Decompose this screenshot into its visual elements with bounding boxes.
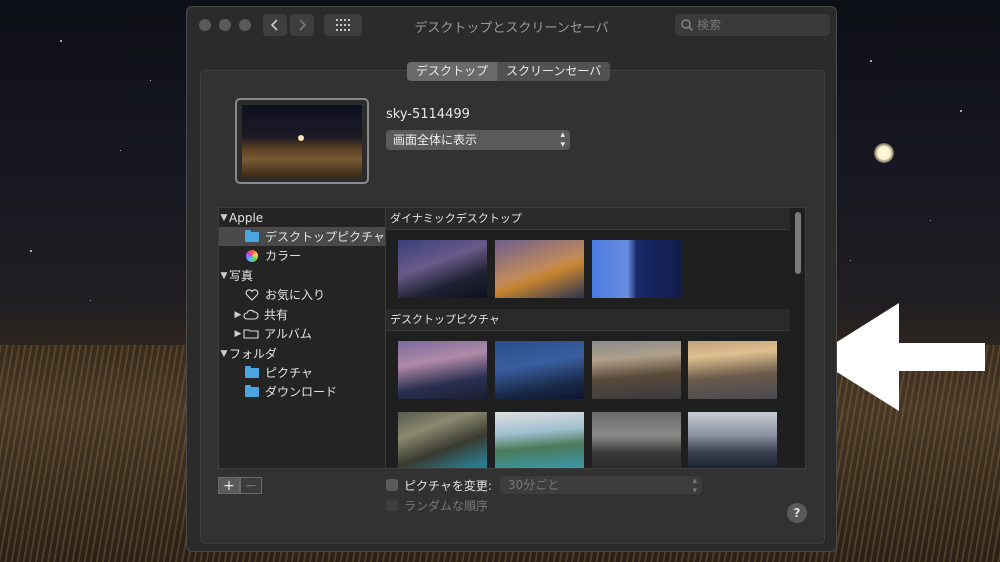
help-button[interactable]: ? (787, 503, 807, 523)
preview-image (242, 105, 362, 177)
sidebar-item-favorites[interactable]: お気に入り (219, 285, 385, 304)
updown-chevron-icon: ▴ ▾ (560, 130, 565, 150)
tab-desktop[interactable]: デスクトップ (407, 62, 498, 81)
sidebar-item-pictures[interactable]: ピクチャ (219, 363, 385, 382)
sidebar-item-label: 共有 (264, 308, 289, 322)
section-header-desktop-pictures: デスクトップピクチャ (386, 309, 790, 331)
remove-folder-button[interactable]: − (240, 477, 262, 494)
source-list: ▼ Apple デスクトップピクチャ カラー ▼ 写真 お気に入り ▶ 共有 ▶… (218, 207, 386, 469)
sidebar-item-shared[interactable]: ▶ 共有 (219, 305, 385, 324)
wallpaper-thumbnail[interactable] (495, 412, 584, 468)
change-picture-checkbox[interactable] (386, 479, 398, 491)
sidebar-item-label: ピクチャ (265, 366, 313, 380)
disclosure-down-icon[interactable]: ▼ (219, 213, 229, 223)
sidebar-item-label: お気に入り (265, 288, 326, 302)
wallpaper-thumbnail[interactable] (495, 240, 584, 298)
heart-icon (245, 288, 259, 301)
sidebar-item-colors[interactable]: カラー (219, 246, 385, 265)
wallpaper-thumbnail[interactable] (398, 240, 487, 298)
color-wheel-icon (246, 249, 258, 262)
section-header-dynamic: ダイナミックデスクトップ (386, 208, 790, 230)
add-folder-button[interactable]: + (218, 477, 240, 494)
group-label: Apple (229, 210, 264, 225)
sidebar-item-desktop-pictures[interactable]: デスクトップピクチャ (219, 227, 385, 246)
search-icon (681, 19, 693, 31)
disclosure-right-icon[interactable]: ▶ (233, 329, 243, 339)
add-remove-buttons: + − (218, 477, 262, 494)
disclosure-down-icon[interactable]: ▼ (219, 349, 229, 359)
wallpaper-thumbnail[interactable] (688, 412, 777, 468)
wallpaper-thumbnail[interactable] (592, 341, 681, 399)
search-field[interactable] (675, 14, 830, 36)
disclosure-down-icon[interactable]: ▼ (219, 271, 229, 281)
folder-icon (245, 229, 259, 242)
interval-popup[interactable]: 30分ごと ▴ ▾ (500, 476, 702, 496)
moon (874, 143, 894, 163)
display-mode-value: 画面全体に表示 (393, 133, 478, 147)
sidebar-group-photos[interactable]: ▼ 写真 (219, 266, 385, 285)
arrow-left-icon (813, 303, 985, 411)
sidebar-item-label: デスクトップピクチャ (265, 230, 385, 244)
preview-moon (298, 135, 304, 141)
wallpaper-grid: ダイナミックデスクトップ デスクトップピクチャ (386, 207, 806, 469)
folder-icon (245, 384, 259, 397)
sidebar-item-label: カラー (265, 249, 302, 263)
wallpaper-thumbnail[interactable] (688, 341, 777, 399)
wallpaper-thumbnail[interactable] (398, 341, 487, 399)
search-input[interactable] (693, 18, 817, 32)
sidebar-item-label: アルバム (264, 327, 312, 341)
sidebar-item-albums[interactable]: ▶ アルバム (219, 324, 385, 343)
wallpaper-thumbnail[interactable] (592, 412, 681, 468)
title-bar: デスクトップとスクリーンセーバ (187, 7, 836, 43)
sidebar-item-downloads[interactable]: ダウンロード (219, 382, 385, 401)
sidebar-group-folders[interactable]: ▼ フォルダ (219, 344, 385, 363)
tab-screensaver[interactable]: スクリーンセーバ (497, 62, 611, 81)
interval-value: 30分ごと (508, 478, 560, 492)
folder-icon (245, 365, 259, 378)
disclosure-right-icon[interactable]: ▶ (233, 310, 243, 320)
wallpaper-thumbnail[interactable] (592, 240, 681, 298)
wallpaper-thumbnail[interactable] (398, 412, 487, 468)
cloud-icon (243, 309, 259, 320)
sidebar-group-apple[interactable]: ▼ Apple (219, 208, 385, 227)
sidebar-item-label: ダウンロード (265, 385, 338, 399)
random-order-checkbox[interactable] (386, 499, 398, 511)
tab-bar: デスクトップ スクリーンセーバ (407, 62, 611, 81)
updown-chevron-icon: ▴ ▾ (692, 476, 697, 496)
wallpaper-preview (235, 98, 369, 184)
change-picture-label: ピクチャを変更: (404, 479, 492, 493)
wallpaper-thumbnail[interactable] (495, 341, 584, 399)
album-folder-icon (243, 329, 259, 339)
random-order-label: ランダムな順序 (404, 499, 489, 513)
wallpaper-name: sky-5114499 (386, 107, 470, 122)
group-label: 写真 (229, 269, 254, 283)
display-mode-popup[interactable]: 画面全体に表示 ▴ ▾ (386, 130, 570, 150)
preferences-window: デスクトップとスクリーンセーバ デスクトップ スクリーンセーバ sky-5114… (186, 6, 837, 552)
scrollbar-thumb[interactable] (795, 212, 801, 274)
group-label: フォルダ (229, 347, 278, 361)
